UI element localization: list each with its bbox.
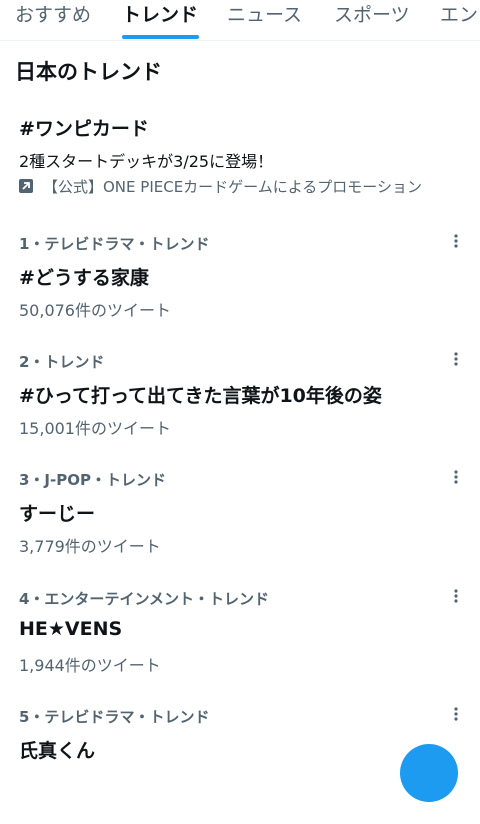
tab-for-you[interactable]: おすすめ — [15, 2, 91, 40]
more-options-icon[interactable] — [446, 469, 466, 489]
more-options-icon[interactable] — [446, 706, 466, 726]
trend-item[interactable]: 1・テレビドラマ・トレンド #どうする家康 50,076件のツイート — [0, 233, 480, 351]
trend-tweet-count: 15,001件のツイート — [19, 419, 171, 438]
tab-sports[interactable]: スポーツ — [334, 2, 410, 40]
promoted-trend-description: 2種スタートデッキが3/25に登場！ — [19, 152, 274, 171]
promoted-by-row: 【公式】ONE PIECEカードゲームによるプロモーション — [19, 176, 422, 198]
trend-name: #ひって打って出てきた言葉が10年後の姿 — [19, 385, 382, 407]
trend-meta: 3・J-POP・トレンド — [19, 471, 166, 489]
trend-name: HE★VENS — [19, 618, 123, 640]
trend-meta: 5・テレビドラマ・トレンド — [19, 708, 210, 726]
more-options-icon[interactable] — [446, 588, 466, 608]
trend-meta: 4・エンターテインメント・トレンド — [19, 590, 269, 608]
more-options-icon[interactable] — [446, 351, 466, 371]
trend-item[interactable]: 3・J-POP・トレンド すーじー 3,779件のツイート — [0, 469, 480, 587]
promoted-by-label: 【公式】ONE PIECEカードゲームによるプロモーション — [43, 178, 422, 196]
trend-name: #どうする家康 — [19, 267, 149, 289]
trend-meta: 1・テレビドラマ・トレンド — [19, 235, 210, 253]
trend-tweet-count: 50,076件のツイート — [19, 301, 171, 320]
trend-tweet-count: 1,944件のツイート — [19, 656, 161, 675]
tab-entertainment[interactable]: エン — [440, 2, 478, 40]
section-title: 日本のトレンド — [15, 60, 162, 84]
compose-tweet-button[interactable] — [400, 744, 458, 802]
promoted-arrow-icon — [19, 178, 33, 193]
trend-name: すーじー — [19, 503, 96, 525]
trend-meta: 2・トレンド — [19, 353, 105, 371]
trend-tweet-count: 3,779件のツイート — [19, 537, 161, 556]
promoted-trend-title: #ワンピカード — [19, 118, 149, 140]
tab-news[interactable]: ニュース — [227, 2, 302, 40]
trend-item[interactable]: 4・エンターテインメント・トレンド HE★VENS 1,944件のツイート — [0, 588, 480, 706]
more-options-icon[interactable] — [446, 233, 466, 253]
explore-tabs: おすすめ トレンド ニュース スポーツ エン — [0, 0, 480, 41]
active-tab-indicator — [122, 35, 199, 39]
trend-item[interactable]: 2・トレンド #ひって打って出てきた言葉が10年後の姿 15,001件のツイート — [0, 351, 480, 469]
